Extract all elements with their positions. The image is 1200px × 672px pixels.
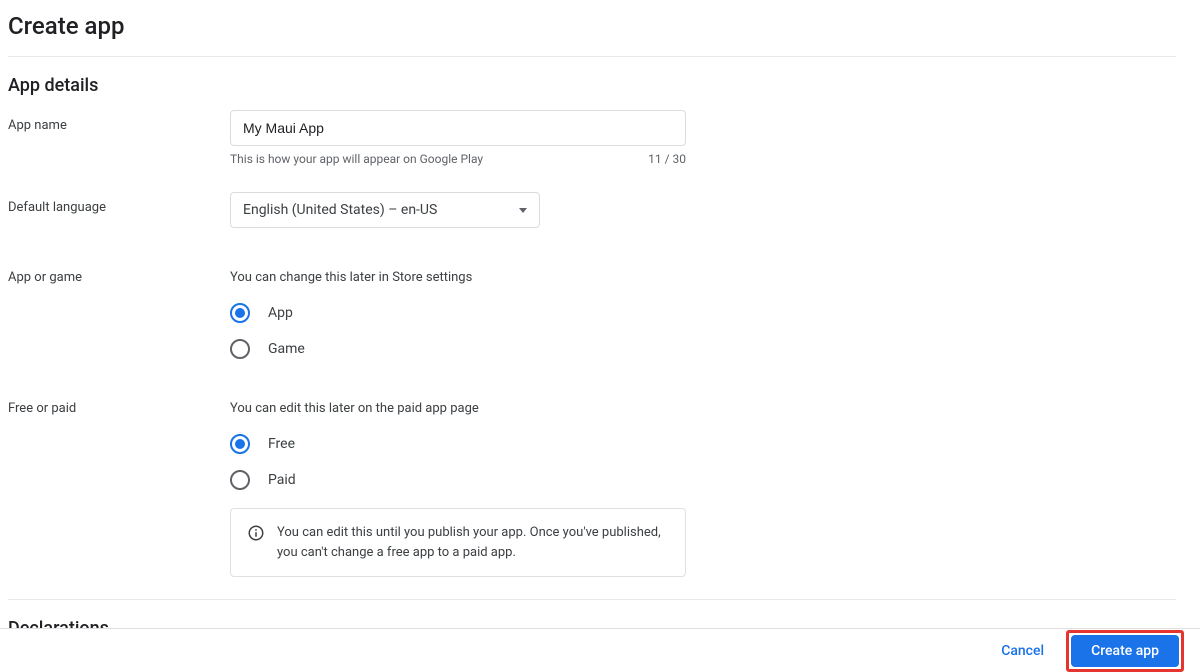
create-app-button[interactable]: Create app — [1071, 635, 1179, 667]
radio-icon — [230, 303, 250, 323]
info-text: You can edit this until you publish your… — [277, 523, 669, 562]
section-app-details: App details — [8, 75, 1176, 96]
hint-free-or-paid: You can edit this later on the paid app … — [230, 401, 1176, 416]
radio-label: App — [268, 305, 293, 321]
chevron-down-icon — [519, 208, 527, 213]
cancel-button[interactable]: Cancel — [991, 635, 1054, 667]
footer-bar: Cancel Create app — [0, 628, 1200, 672]
radio-app[interactable]: App — [230, 303, 1176, 323]
radio-label: Free — [268, 436, 295, 452]
radio-paid[interactable]: Paid — [230, 470, 1176, 490]
default-language-value: English (United States) – en-US — [243, 202, 437, 218]
radio-free[interactable]: Free — [230, 434, 1176, 454]
app-name-counter: 11 / 30 — [648, 152, 686, 166]
info-icon — [247, 524, 265, 542]
radio-label: Paid — [268, 472, 296, 488]
app-name-input[interactable] — [230, 110, 686, 146]
label-default-language: Default language — [8, 192, 230, 215]
radio-label: Game — [268, 341, 305, 357]
label-app-name: App name — [8, 110, 230, 133]
highlight-box: Create app — [1066, 630, 1184, 672]
page-title: Create app — [8, 8, 1176, 56]
radio-icon — [230, 339, 250, 359]
hint-app-or-game: You can change this later in Store setti… — [230, 270, 1176, 285]
app-name-helper: This is how your app will appear on Goog… — [230, 152, 483, 166]
info-box-free-paid: You can edit this until you publish your… — [230, 508, 686, 577]
default-language-select[interactable]: English (United States) – en-US — [230, 192, 540, 228]
label-free-or-paid: Free or paid — [8, 401, 230, 416]
label-app-or-game: App or game — [8, 270, 230, 285]
radio-icon — [230, 470, 250, 490]
divider — [8, 56, 1176, 57]
divider — [8, 599, 1176, 600]
radio-icon — [230, 434, 250, 454]
radio-game[interactable]: Game — [230, 339, 1176, 359]
